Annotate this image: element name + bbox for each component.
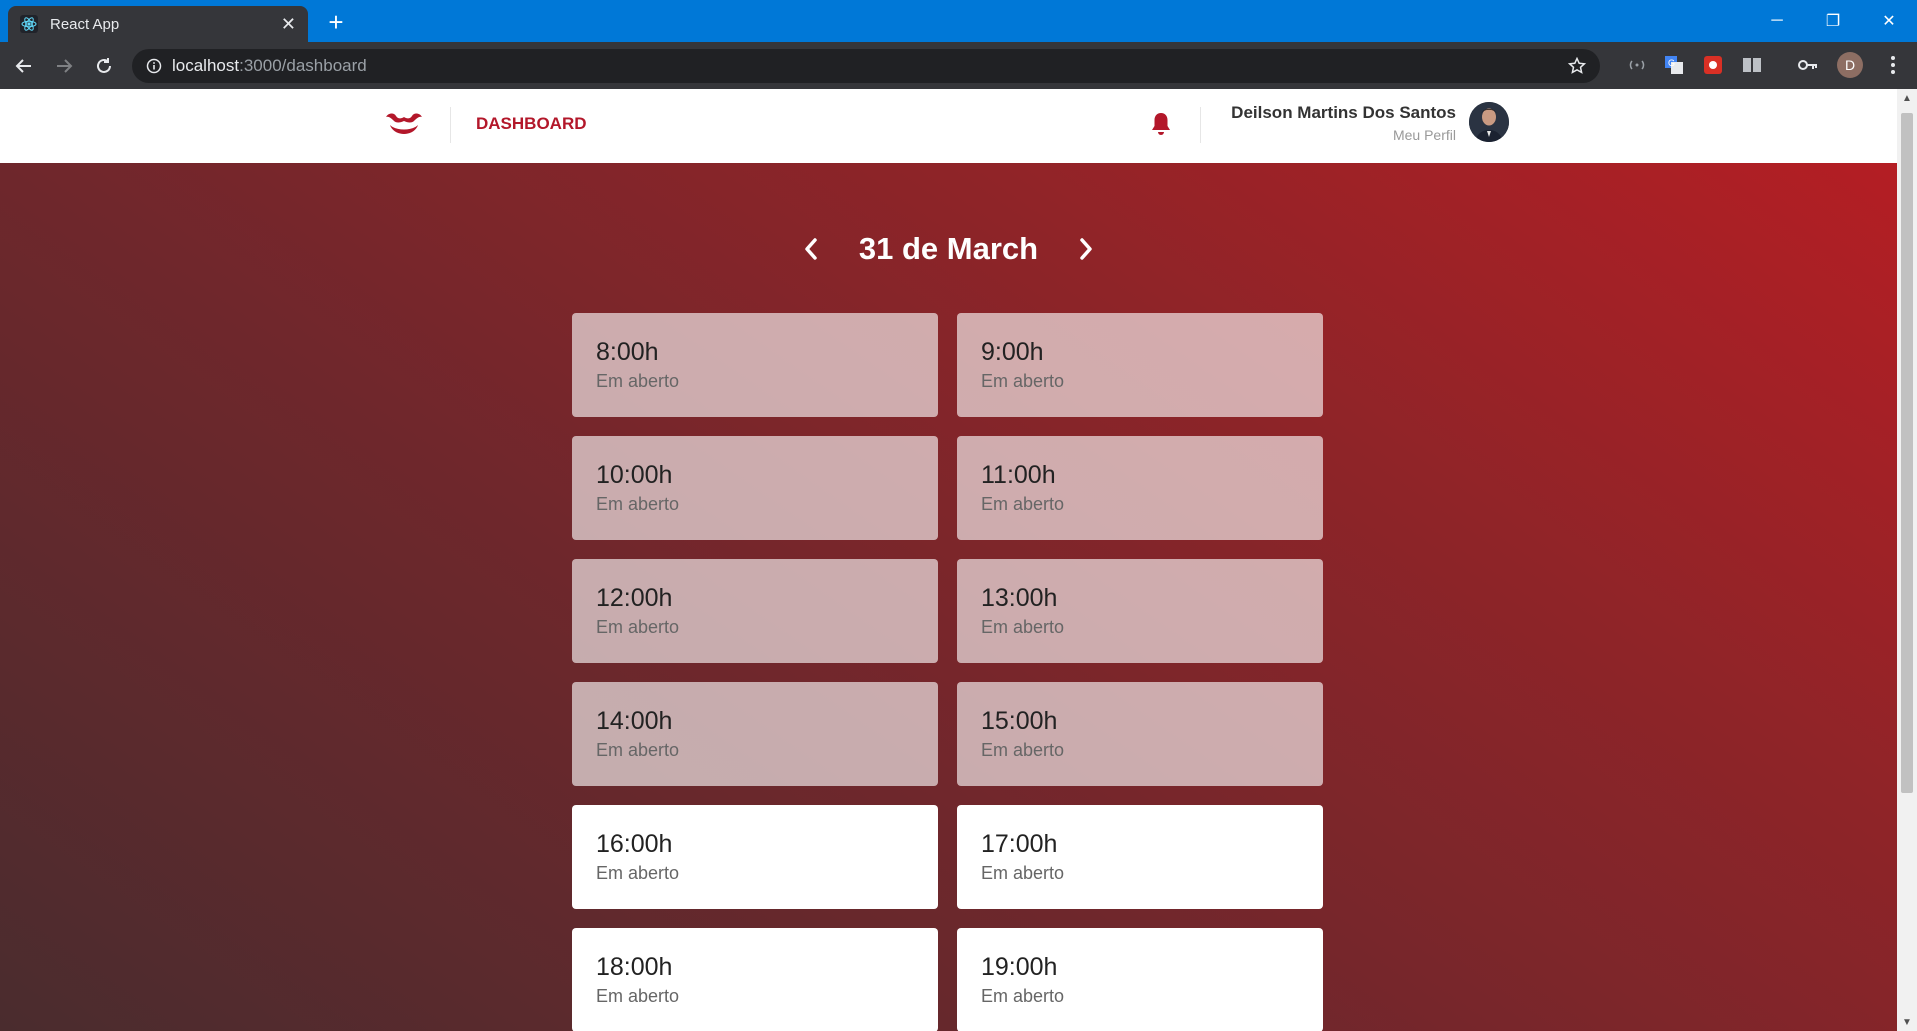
slot-time: 14:00h xyxy=(596,707,673,735)
url-host: localhost xyxy=(172,56,240,75)
app-header: DASHBOARD Deilson Martins Dos Santos Meu… xyxy=(0,89,1897,163)
header-divider xyxy=(450,107,451,143)
page-scrollbar[interactable]: ▲ ▼ xyxy=(1897,89,1917,1031)
bookmark-star-icon[interactable] xyxy=(1567,56,1587,80)
close-tab-icon[interactable]: ✕ xyxy=(281,14,296,35)
forward-icon[interactable] xyxy=(48,50,80,82)
new-tab-icon[interactable]: + xyxy=(322,7,350,37)
page-title[interactable]: DASHBOARD xyxy=(476,114,587,134)
url-path: :3000/dashboard xyxy=(239,56,367,75)
window-close-icon[interactable]: ✕ xyxy=(1861,0,1917,42)
bell-icon[interactable] xyxy=(1150,111,1172,137)
slot-status: Em aberto xyxy=(981,494,1065,514)
profile-link[interactable]: Meu Perfil xyxy=(1393,127,1456,143)
slot-time: 19:00h xyxy=(981,953,1058,981)
scroll-thumb[interactable] xyxy=(1901,113,1913,793)
slot-status: Em aberto xyxy=(596,371,680,391)
time-slot-grid: 8:00h Em aberto 9:00h Em aberto 10:00h Em abe… xyxy=(572,313,1324,1031)
time-slot-card[interactable]: 17:00h Em aberto xyxy=(957,805,1323,909)
time-slot-card[interactable]: 8:00h Em aberto xyxy=(572,313,938,417)
slot-status: Em aberto xyxy=(596,617,680,637)
restore-icon[interactable]: ❐ xyxy=(1805,0,1861,42)
dashboard-content: 31 de March 8:00h Em aberto 9:00h Em aberto… xyxy=(0,163,1897,1031)
address-bar[interactable]: localhost:3000/dashboard xyxy=(132,49,1600,83)
red-extension-icon[interactable] xyxy=(1702,54,1724,76)
slot-time: 10:00h xyxy=(596,461,673,489)
time-slot-card[interactable]: 19:00h Em aberto xyxy=(957,928,1323,1031)
slot-status: Em aberto xyxy=(981,617,1065,637)
url-text: localhost:3000/dashboard xyxy=(172,56,367,76)
browser-titlebar: React App ✕ + ─ ❐ ✕ xyxy=(0,0,1917,42)
time-slot-card[interactable]: 14:00h Em aberto xyxy=(572,682,938,786)
browser-tab[interactable]: React App ✕ xyxy=(8,6,308,42)
key-icon[interactable] xyxy=(1797,54,1819,76)
profile-avatar-icon[interactable]: D xyxy=(1837,52,1863,78)
scroll-up-icon[interactable]: ▲ xyxy=(1897,89,1917,107)
cast-extension-icon[interactable] xyxy=(1626,54,1648,76)
slot-status: Em aberto xyxy=(981,371,1065,391)
slot-time: 13:00h xyxy=(981,584,1058,612)
slot-time: 15:00h xyxy=(981,707,1058,735)
slot-time: 17:00h xyxy=(981,830,1058,858)
reader-extension-icon[interactable] xyxy=(1741,54,1763,76)
avatar[interactable] xyxy=(1469,102,1509,142)
tab-title: React App xyxy=(50,15,120,33)
date-navigation: 31 de March xyxy=(0,231,1897,267)
reload-icon[interactable] xyxy=(88,50,120,82)
header-divider xyxy=(1200,107,1201,143)
slot-status: Em aberto xyxy=(981,986,1065,1006)
time-slot-card[interactable]: 16:00h Em aberto xyxy=(572,805,938,909)
slot-status: Em aberto xyxy=(596,863,680,883)
svg-text:G: G xyxy=(1668,58,1675,68)
chevron-left-icon[interactable] xyxy=(797,235,825,263)
browser-toolbar: localhost:3000/dashboard G D xyxy=(0,42,1917,89)
slot-time: 9:00h xyxy=(981,338,1044,366)
time-slot-card[interactable]: 18:00h Em aberto xyxy=(572,928,938,1031)
chevron-right-icon[interactable] xyxy=(1072,235,1100,263)
translate-extension-icon[interactable]: G xyxy=(1663,54,1685,76)
menu-dots-icon[interactable] xyxy=(1882,54,1904,76)
scroll-down-icon[interactable]: ▼ xyxy=(1897,1013,1917,1031)
back-icon[interactable] xyxy=(8,50,40,82)
slot-status: Em aberto xyxy=(981,740,1065,760)
slot-status: Em aberto xyxy=(596,740,680,760)
slot-time: 11:00h xyxy=(981,461,1056,489)
info-icon[interactable] xyxy=(146,58,162,74)
minimize-icon[interactable]: ─ xyxy=(1749,0,1805,42)
slot-time: 16:00h xyxy=(596,830,673,858)
selected-date: 31 de March xyxy=(858,231,1039,266)
time-slot-card[interactable]: 13:00h Em aberto xyxy=(957,559,1323,663)
user-name: Deilson Martins Dos Santos xyxy=(1231,103,1456,122)
slot-time: 8:00h xyxy=(596,338,659,366)
slot-status: Em aberto xyxy=(596,986,680,1006)
react-icon xyxy=(20,15,38,33)
slot-time: 12:00h xyxy=(596,584,673,612)
time-slot-card[interactable]: 12:00h Em aberto xyxy=(572,559,938,663)
mustache-logo-icon[interactable] xyxy=(382,103,426,147)
time-slot-card[interactable]: 11:00h Em aberto xyxy=(957,436,1323,540)
time-slot-card[interactable]: 9:00h Em aberto xyxy=(957,313,1323,417)
time-slot-card[interactable]: 10:00h Em aberto xyxy=(572,436,938,540)
slot-status: Em aberto xyxy=(981,863,1065,883)
slot-status: Em aberto xyxy=(596,494,680,514)
page-viewport: DASHBOARD Deilson Martins Dos Santos Meu… xyxy=(0,89,1897,1031)
time-slot-card[interactable]: 15:00h Em aberto xyxy=(957,682,1323,786)
slot-time: 18:00h xyxy=(596,953,673,981)
